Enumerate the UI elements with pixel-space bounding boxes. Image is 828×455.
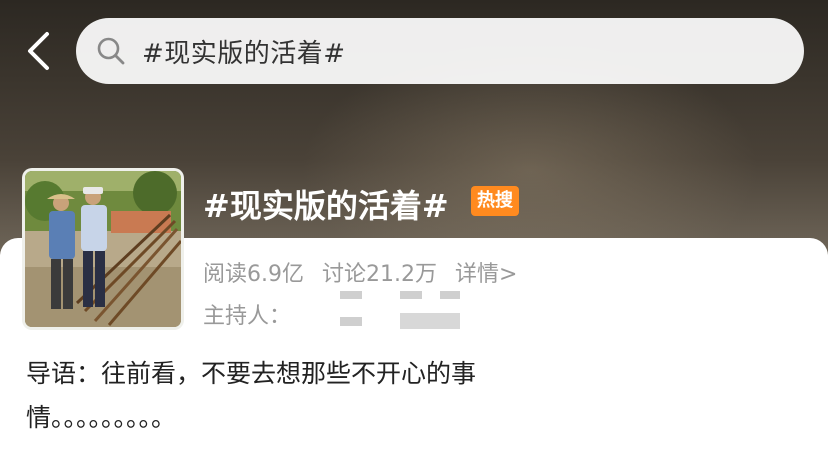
read-count: 阅读6.9亿 [203, 262, 304, 287]
redacted-host-block [340, 291, 362, 299]
search-input[interactable]: #现实版的活着# [142, 33, 346, 70]
details-link[interactable]: 详情> [455, 256, 517, 288]
redacted-host-block [440, 291, 460, 299]
topic-stats: 阅读6.9亿 讨论21.2万 详情> [203, 256, 517, 288]
search-icon [96, 36, 126, 66]
redacted-host-block [340, 317, 362, 326]
hot-search-badge: 热搜 [471, 186, 519, 216]
search-bar[interactable]: #现实版的活着# [76, 18, 804, 84]
chevron-left-icon [28, 32, 49, 70]
redacted-host-block [400, 313, 460, 329]
discussion-count: 讨论21.2万 [322, 262, 437, 287]
redacted-host-block [400, 291, 422, 299]
host-label: 主持人： [203, 304, 292, 329]
topic-title: #现实版的活着# [203, 187, 449, 225]
back-button[interactable] [18, 28, 58, 74]
topic-cover-image[interactable] [22, 168, 184, 330]
cover-photo [25, 171, 181, 327]
topic-intro: 导语：往前看，不要去想那些不开心的事情。。。。。。。。。 [26, 359, 477, 432]
